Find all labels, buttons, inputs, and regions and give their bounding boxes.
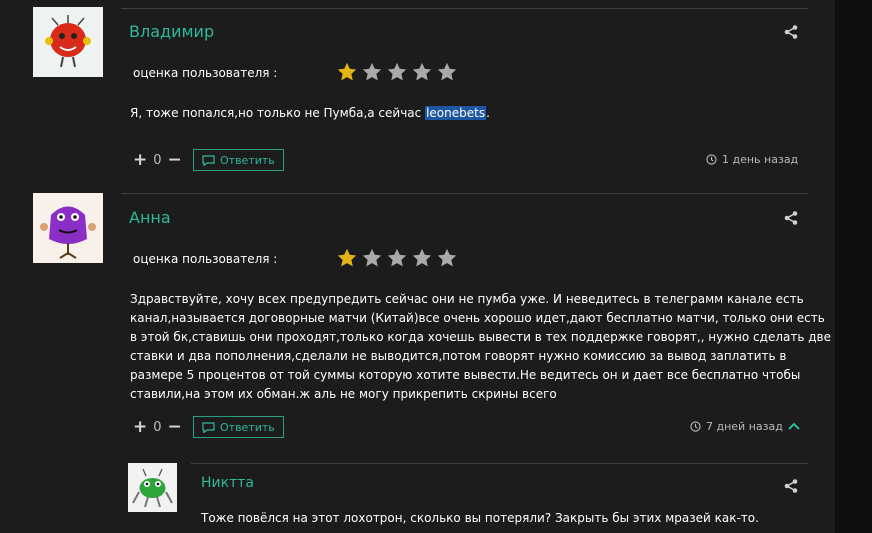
comment-author[interactable]: Владимир — [129, 22, 214, 41]
monster-avatar-icon — [132, 468, 173, 508]
reply-label: Ответить — [220, 153, 275, 167]
star-icon — [412, 248, 432, 267]
comment-text-part: Я, тоже попался,но только не Пумба,а сей… — [130, 106, 426, 120]
vote-count: 0 — [153, 420, 162, 435]
clock-icon — [690, 421, 701, 432]
upvote-button[interactable]: + — [133, 152, 147, 169]
star-icon — [337, 248, 357, 267]
avatar[interactable] — [33, 193, 103, 263]
rating-label: оценка пользователя : — [133, 66, 278, 80]
star-rating — [336, 247, 461, 269]
comment-icon — [202, 154, 215, 166]
star-icon — [387, 248, 407, 267]
upvote-button[interactable]: + — [133, 419, 147, 436]
comment-text: Здравствуйте, хочу всех предупредить сей… — [130, 290, 831, 404]
star-icon — [412, 62, 432, 81]
star-icon — [362, 62, 382, 81]
vote-control: + 0 − — [133, 152, 182, 169]
reply-button[interactable]: Ответить — [193, 416, 284, 438]
avatar[interactable] — [33, 7, 103, 77]
comment-time: 1 день назад — [706, 153, 798, 166]
comment-text-line: в этой бк,ставишь они проходят,только ко… — [130, 330, 831, 344]
chevron-up-icon[interactable] — [787, 421, 801, 431]
star-icon — [337, 62, 357, 81]
avatar[interactable] — [128, 463, 177, 512]
clock-icon — [706, 154, 717, 165]
comment-text-line: Здравствуйте, хочу всех предупредить сей… — [130, 292, 804, 306]
reply-label: Ответить — [220, 420, 275, 434]
star-rating — [336, 61, 461, 83]
comments-panel: Владимир оценка пользователя : Я, тоже п… — [0, 0, 835, 533]
comment-text-line: ставили,на этом их обман.ж аль не могу п… — [130, 387, 557, 401]
vote-count: 0 — [153, 153, 162, 168]
comment-text: Я, тоже попался,но только не Пумба,а сей… — [130, 104, 490, 123]
monster-avatar-icon — [40, 206, 96, 259]
star-icon — [437, 248, 457, 267]
comment-text-line: ставки и два пополнения,сделали не вывод… — [130, 349, 787, 363]
comment-icon — [202, 421, 215, 433]
star-icon — [387, 62, 407, 81]
comment-divider — [191, 463, 808, 464]
highlighted-text: leonebets — [425, 106, 487, 120]
comment-text-line: канал,называется договорные матчи (Китай… — [130, 311, 825, 325]
rating-label: оценка пользователя : — [133, 252, 278, 266]
reply-button[interactable]: Ответить — [193, 149, 284, 171]
comment-author[interactable]: Анна — [129, 208, 171, 227]
downvote-button[interactable]: − — [168, 419, 182, 436]
share-icon[interactable] — [784, 479, 798, 493]
reply-text: Тоже повёлся на этот лохотрон, сколько в… — [201, 511, 759, 525]
comment-text-line: размере 5 процентов от той суммы которую… — [130, 368, 801, 382]
star-icon — [362, 248, 382, 267]
comment-time: 7 дней назад — [690, 420, 783, 433]
vote-control: + 0 − — [133, 419, 182, 436]
downvote-button[interactable]: − — [168, 152, 182, 169]
share-icon[interactable] — [784, 25, 798, 39]
monster-avatar-icon — [45, 15, 91, 68]
comment-divider — [121, 8, 808, 9]
star-icon — [437, 62, 457, 81]
share-icon[interactable] — [784, 211, 798, 225]
comment-divider — [121, 193, 808, 194]
comment-author[interactable]: Никтта — [201, 475, 254, 491]
time-label: 1 день назад — [722, 153, 799, 166]
comment-text-part: . — [486, 106, 490, 120]
time-label: 7 дней назад — [706, 420, 783, 433]
